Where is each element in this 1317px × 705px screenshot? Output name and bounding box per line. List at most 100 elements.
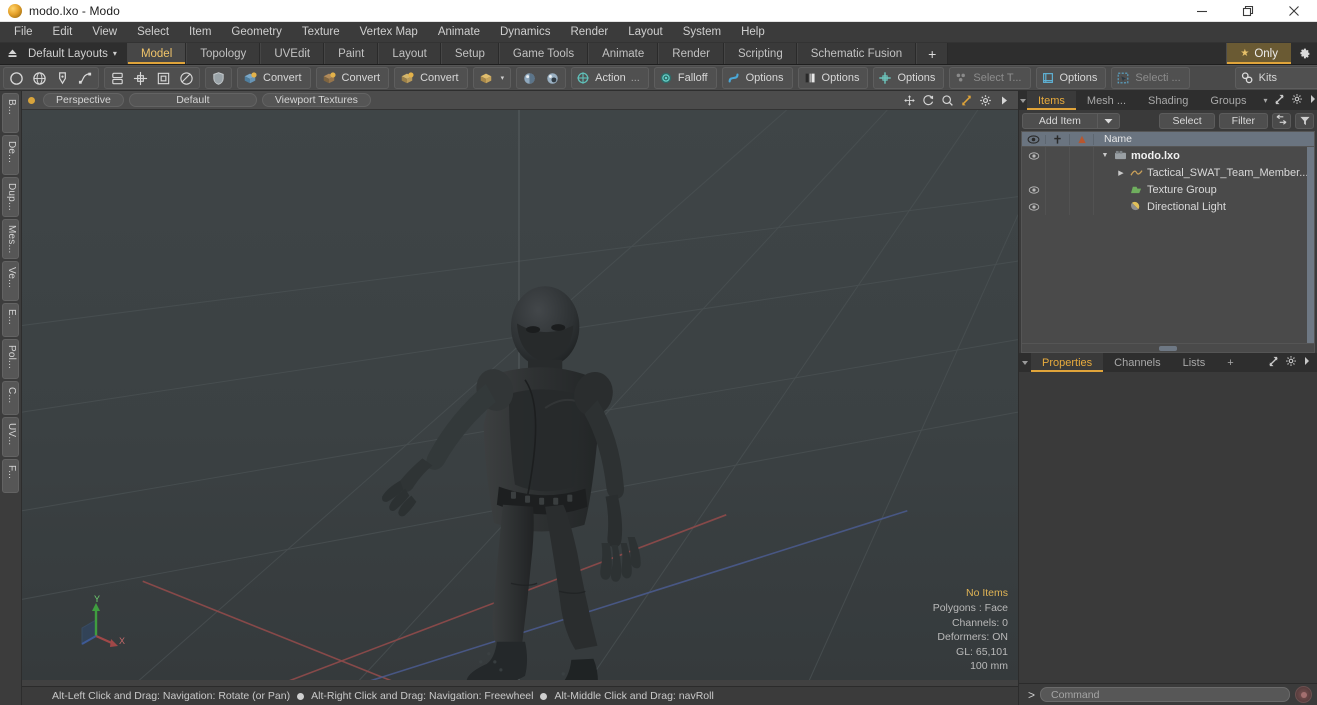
row-visibility-toggle[interactable]	[1022, 164, 1046, 181]
left-tab-edge[interactable]: E...	[2, 303, 19, 337]
row-lock-toggle[interactable]	[1046, 198, 1070, 215]
expand-icon[interactable]	[1274, 94, 1285, 108]
tab-channels[interactable]: Channels	[1103, 353, 1171, 372]
left-tab-mesh-edit[interactable]: Mes...	[2, 219, 19, 259]
row-lock-toggle[interactable]	[1046, 181, 1070, 198]
chevron-right-icon[interactable]	[1303, 356, 1311, 369]
chevron-right-icon[interactable]	[1309, 94, 1317, 107]
menu-dynamics[interactable]: Dynamics	[490, 22, 560, 43]
add-item-dropdown-icon[interactable]	[1097, 112, 1120, 129]
twisty-closed-icon[interactable]: ▶	[1116, 169, 1126, 177]
viewport-projection-selector[interactable]: Perspective	[43, 93, 124, 107]
menu-vertex-map[interactable]: Vertex Map	[350, 22, 428, 43]
add-tab-button[interactable]: +	[916, 43, 949, 64]
pan-icon[interactable]	[902, 93, 917, 108]
record-icon[interactable]	[1295, 686, 1312, 703]
menu-layout[interactable]: Layout	[618, 22, 673, 43]
only-toggle-button[interactable]: ★ Only	[1226, 43, 1291, 64]
tab-setup[interactable]: Setup	[440, 43, 499, 64]
sort-arrows-icon[interactable]	[1272, 112, 1291, 129]
curve-tool-icon[interactable]	[74, 68, 97, 88]
row-visibility-toggle[interactable]	[1022, 147, 1046, 164]
left-tab-vertex[interactable]: Ve...	[2, 261, 19, 301]
row-name-cell[interactable]: Directional Light	[1094, 201, 1314, 213]
minimize-icon[interactable]	[1179, 0, 1225, 22]
tab-uvedit[interactable]: UVEdit	[260, 43, 325, 64]
gear-icon[interactable]	[1285, 355, 1297, 370]
pen-tool-icon[interactable]	[51, 68, 74, 88]
tab-layout[interactable]: Layout	[378, 43, 441, 64]
tab-groups[interactable]: Groups	[1199, 91, 1257, 110]
properties-collapse-arrow-icon[interactable]	[1019, 353, 1031, 372]
snapping-options-button[interactable]: Options	[721, 67, 793, 89]
convert-button-2[interactable]: Convert	[315, 67, 390, 89]
table-row[interactable]: Directional Light	[1022, 198, 1314, 215]
select-through-button[interactable]: Select T...	[949, 67, 1031, 89]
menu-view[interactable]: View	[82, 22, 127, 43]
row-name-cell[interactable]: ▶ Tactical_SWAT_Team_Member...	[1094, 167, 1314, 179]
table-row[interactable]: ▶ Tactical_SWAT_Team_Member...	[1022, 164, 1314, 181]
item-list-vertical-scrollbar[interactable]	[1307, 147, 1314, 343]
bevel-icon[interactable]	[152, 68, 175, 88]
row-lock-toggle[interactable]	[1046, 164, 1070, 181]
viewport-preset-selector[interactable]: Default	[128, 93, 257, 107]
row-lock-toggle[interactable]	[1046, 147, 1070, 164]
viewport-horizontal-scrollbar[interactable]	[22, 680, 1018, 686]
menu-texture[interactable]: Texture	[292, 22, 350, 43]
left-tab-basic[interactable]: B...	[2, 93, 19, 133]
default-layouts-selector[interactable]: Default Layouts ▾	[24, 43, 127, 64]
row-render-toggle[interactable]	[1070, 198, 1094, 215]
rotate-icon[interactable]	[921, 93, 936, 108]
zoom-icon[interactable]	[940, 93, 955, 108]
menu-system[interactable]: System	[673, 22, 731, 43]
tab-animate[interactable]: Animate	[588, 43, 659, 64]
symmetry-options-button[interactable]: Options	[797, 67, 869, 89]
menu-geometry[interactable]: Geometry	[221, 22, 292, 43]
tab-scripting[interactable]: Scripting	[723, 43, 797, 64]
funnel-filter-icon[interactable]	[1295, 112, 1314, 129]
smooth-icon[interactable]	[175, 68, 198, 88]
menu-edit[interactable]: Edit	[43, 22, 83, 43]
tab-render[interactable]: Render	[658, 43, 724, 64]
lock-icon[interactable]	[1046, 133, 1070, 145]
viewport-menu-dot[interactable]	[28, 96, 35, 104]
twisty-open-icon[interactable]: ▼	[1100, 152, 1110, 159]
left-tab-deform[interactable]: De...	[2, 135, 19, 175]
menu-animate[interactable]: Animate	[428, 22, 490, 43]
table-row[interactable]: ▼ modo.lxo	[1022, 147, 1314, 164]
material-sphere-icon[interactable]	[518, 68, 541, 88]
tab-items[interactable]: Items	[1027, 91, 1076, 110]
expand-icon[interactable]	[1268, 356, 1279, 370]
tabbar-overflow-caret-icon[interactable]: ▾	[1257, 91, 1273, 110]
scrollbar-thumb[interactable]	[1159, 345, 1177, 351]
menu-file[interactable]: File	[4, 22, 43, 43]
render-icon[interactable]	[1070, 133, 1094, 145]
convert-button-3[interactable]: Convert	[394, 67, 468, 89]
tab-lists[interactable]: Lists	[1172, 353, 1217, 372]
panel-collapse-arrow-icon[interactable]	[1019, 91, 1027, 110]
add-properties-tab-button[interactable]: +	[1216, 353, 1244, 372]
circle-primitive-icon[interactable]	[5, 68, 28, 88]
action-center-button[interactable]: Action ...	[571, 67, 649, 89]
viewport-shading-selector[interactable]: Viewport Textures	[261, 93, 371, 107]
tab-properties[interactable]: Properties	[1031, 353, 1104, 372]
tab-model[interactable]: Model	[126, 43, 187, 64]
menu-render[interactable]: Render	[560, 22, 618, 43]
menu-item[interactable]: Item	[179, 22, 221, 43]
row-name-cell[interactable]: ▼ modo.lxo	[1094, 150, 1314, 162]
restore-icon[interactable]	[1225, 0, 1271, 22]
fit-icon[interactable]	[959, 93, 974, 108]
gear-icon[interactable]	[978, 93, 993, 108]
mirror-icon[interactable]	[129, 68, 152, 88]
gear-icon[interactable]	[1291, 93, 1303, 108]
home-eject-icon[interactable]	[0, 43, 24, 64]
selection-sets-button[interactable]: Selecti ...	[1111, 67, 1190, 89]
select-button[interactable]: Select	[1159, 112, 1215, 129]
menu-help[interactable]: Help	[731, 22, 775, 43]
tab-mesh[interactable]: Mesh ...	[1076, 91, 1137, 110]
left-tab-duplicate[interactable]: Dup...	[2, 177, 19, 217]
layout-gear-icon[interactable]	[1291, 43, 1317, 64]
left-tab-polygon[interactable]: Pol...	[2, 339, 19, 379]
row-render-toggle[interactable]	[1070, 181, 1094, 198]
3d-viewport[interactable]: Y X No Items Polygons : Face Channels: 0…	[22, 110, 1018, 686]
